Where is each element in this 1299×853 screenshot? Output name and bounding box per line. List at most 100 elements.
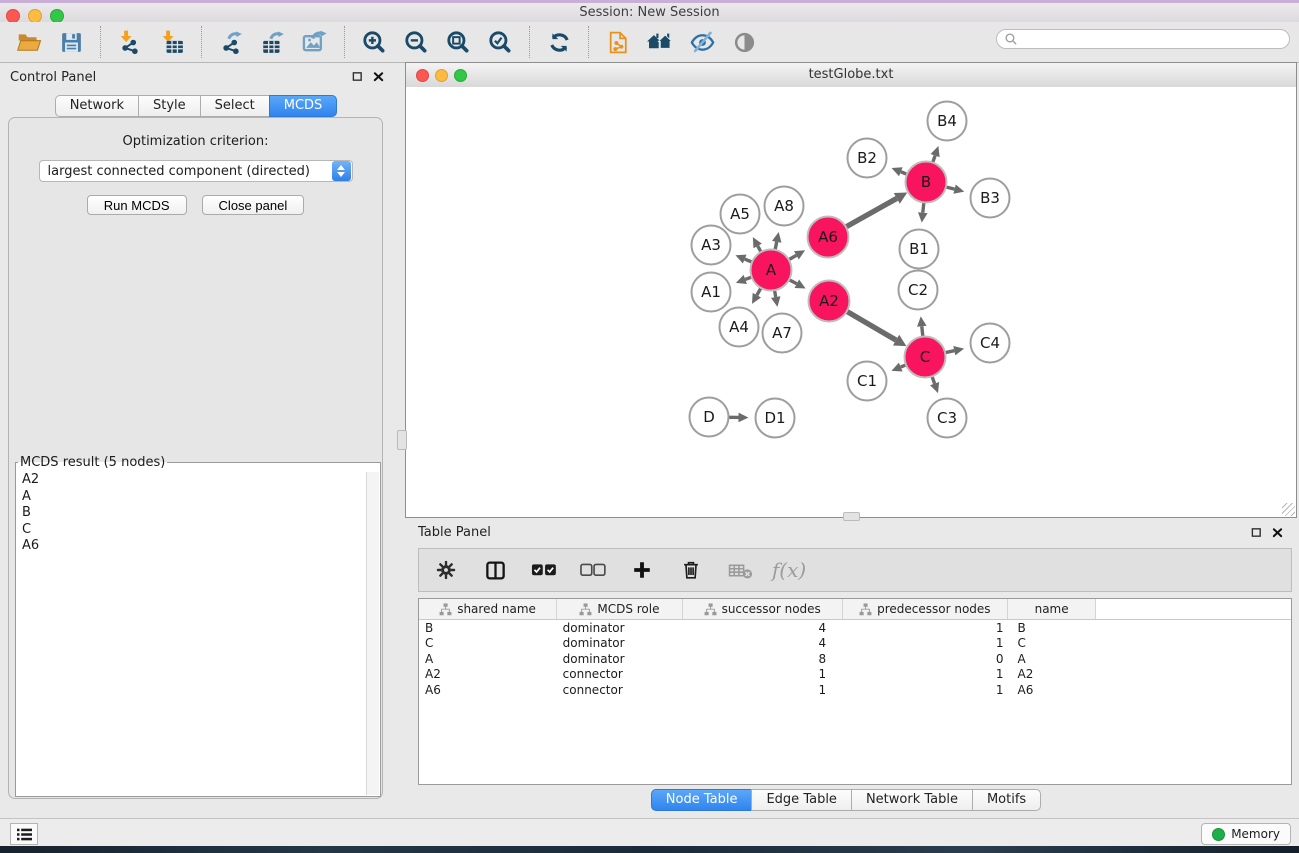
cell[interactable]: A6 (419, 682, 557, 698)
graph-node-D[interactable]: D (690, 398, 729, 437)
graph-node-A6[interactable]: A6 (808, 217, 849, 258)
show-columns-icon[interactable] (482, 556, 508, 584)
deselect-all-icon[interactable] (580, 556, 606, 584)
network-titlebar[interactable]: testGlobe.txt (406, 63, 1296, 88)
cell[interactable]: 1 (682, 682, 842, 698)
cell[interactable]: connector (557, 682, 683, 698)
cell[interactable]: B (419, 620, 557, 636)
cell[interactable]: C (419, 636, 557, 652)
tab-edge-table[interactable]: Edge Table (751, 789, 851, 811)
column-header-successor-nodes[interactable]: successor nodes (682, 599, 842, 620)
cell[interactable]: 1 (682, 667, 842, 683)
graph-node-D1[interactable]: D1 (756, 399, 795, 438)
task-history-button[interactable] (10, 823, 38, 845)
import-table-icon[interactable] (158, 28, 186, 56)
graph-node-C1[interactable]: C1 (848, 362, 887, 401)
cell[interactable]: dominator (557, 651, 683, 667)
graph-node-B2[interactable]: B2 (848, 139, 887, 178)
save-session-icon[interactable] (57, 28, 85, 56)
result-item[interactable]: A6 (17, 538, 367, 555)
column-header-MCDS-role[interactable]: MCDS role (557, 599, 683, 620)
cell[interactable]: 1 (842, 620, 1007, 636)
cell[interactable]: 1 (842, 667, 1007, 683)
graph-edge[interactable] (845, 198, 897, 227)
zoom-selected-icon[interactable] (486, 28, 514, 56)
export-table-icon[interactable] (259, 28, 287, 56)
graph-node-C2[interactable]: C2 (899, 271, 938, 310)
result-scrollbar[interactable] (366, 472, 379, 795)
node-table[interactable]: shared nameMCDS rolesuccessor nodesprede… (418, 598, 1292, 785)
export-image-icon[interactable] (301, 28, 329, 56)
search-field[interactable] (996, 29, 1290, 49)
zoom-out-icon[interactable] (402, 28, 430, 56)
graph-node-A7[interactable]: A7 (763, 314, 802, 353)
tab-network-table[interactable]: Network Table (851, 789, 973, 811)
create-column-icon[interactable] (629, 556, 655, 584)
cell[interactable]: connector (557, 667, 683, 683)
delete-column-icon[interactable] (678, 556, 704, 584)
graph-node-A3[interactable]: A3 (692, 226, 731, 265)
search-input[interactable] (1018, 31, 1289, 47)
graph-node-A[interactable]: A (751, 250, 792, 291)
result-item[interactable]: A (17, 489, 367, 506)
graph-node-A8[interactable]: A8 (765, 187, 804, 226)
cell[interactable]: 8 (682, 651, 842, 667)
vertical-splitter-handle[interactable] (397, 430, 407, 450)
import-network-icon[interactable] (116, 28, 144, 56)
cell[interactable]: A (419, 651, 557, 667)
show-graphics-details-icon[interactable] (730, 28, 758, 56)
float-panel-icon[interactable] (352, 71, 363, 82)
tab-network[interactable]: Network (55, 95, 139, 117)
table-row[interactable]: Bdominator41B (419, 620, 1291, 636)
result-item[interactable]: A2 (17, 472, 367, 489)
column-header-shared-name[interactable]: shared name (419, 599, 557, 620)
graph-node-B[interactable]: B (906, 162, 947, 203)
open-folder-icon[interactable] (15, 28, 43, 56)
hide-graphics-details-icon[interactable] (688, 28, 716, 56)
table-row[interactable]: A2connector11A2 (419, 667, 1291, 683)
criterion-dropdown[interactable]: largest connected component (directed) (39, 160, 353, 182)
export-network-icon[interactable] (217, 28, 245, 56)
table-row[interactable]: A6connector11A6 (419, 682, 1291, 698)
cell[interactable]: B (1007, 620, 1095, 636)
cell[interactable]: A6 (1007, 682, 1095, 698)
close-panel-button[interactable]: Close panel (202, 195, 305, 215)
run-mcds-button[interactable]: Run MCDS (87, 195, 187, 215)
column-header-name[interactable]: name (1007, 599, 1095, 620)
memory-button[interactable]: Memory (1201, 823, 1291, 845)
graph-node-A4[interactable]: A4 (720, 308, 759, 347)
float-table-panel-icon[interactable] (1251, 527, 1262, 538)
open-session-file-icon[interactable] (604, 28, 632, 56)
graph-node-C4[interactable]: C4 (971, 324, 1010, 363)
select-all-icon[interactable] (531, 556, 557, 584)
tab-style[interactable]: Style (138, 95, 201, 117)
graph-node-B1[interactable]: B1 (900, 230, 939, 269)
cell[interactable]: 4 (682, 636, 842, 652)
graph-node-B3[interactable]: B3 (971, 179, 1010, 218)
graph-edge[interactable] (846, 311, 896, 340)
graph-node-C[interactable]: C (905, 337, 946, 378)
cell[interactable]: 4 (682, 620, 842, 636)
main-titlebar[interactable]: Session: New Session (0, 3, 1299, 23)
cell[interactable]: 1 (842, 682, 1007, 698)
graph-node-A5[interactable]: A5 (721, 195, 760, 234)
result-item[interactable]: C (17, 522, 367, 539)
refresh-icon[interactable] (545, 28, 573, 56)
zoom-in-icon[interactable] (360, 28, 388, 56)
cell[interactable]: dominator (557, 636, 683, 652)
graph-node-C3[interactable]: C3 (928, 399, 967, 438)
close-panel-icon[interactable] (373, 71, 384, 82)
cell[interactable]: A2 (419, 667, 557, 683)
graph-node-A2[interactable]: A2 (809, 281, 850, 322)
tab-select[interactable]: Select (200, 95, 270, 117)
cell[interactable]: A2 (1007, 667, 1095, 683)
close-table-panel-icon[interactable] (1272, 527, 1283, 538)
cell[interactable]: A (1007, 651, 1095, 667)
zoom-fit-icon[interactable] (444, 28, 472, 56)
table-row[interactable]: Cdominator41C (419, 636, 1291, 652)
cell[interactable]: dominator (557, 620, 683, 636)
cell[interactable]: C (1007, 636, 1095, 652)
graph-node-B4[interactable]: B4 (928, 102, 967, 141)
tab-mcds[interactable]: MCDS (269, 95, 338, 117)
network-canvas[interactable]: B4B2BB3A5A8A6A3B1AA1C2A2A4A7C4CC1C3DD1 (406, 87, 1296, 517)
